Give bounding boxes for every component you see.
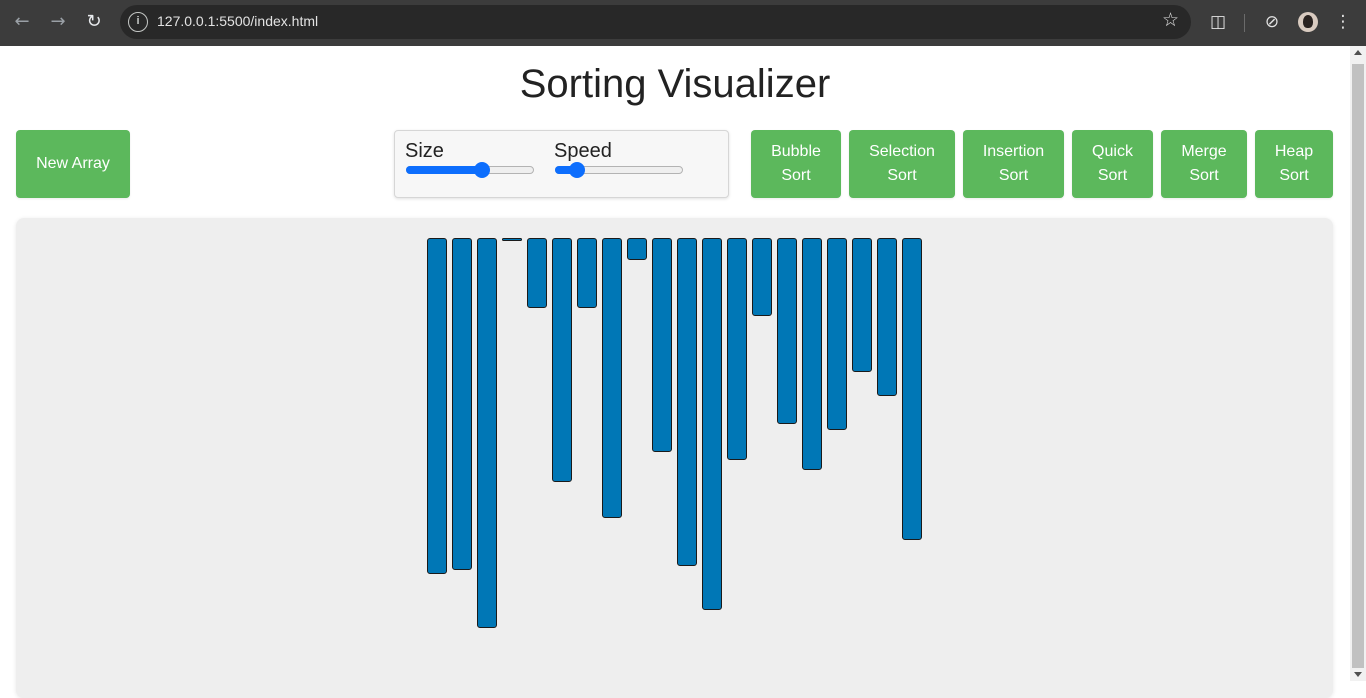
quick-sort-button[interactable]: Quick Sort [1072, 130, 1153, 198]
back-icon[interactable]: ← [9, 9, 35, 35]
bubble-sort-label-1: Bubble [771, 143, 821, 160]
scroll-up-arrow-icon[interactable] [1354, 50, 1362, 55]
extensions-icon[interactable]: ◫ [1206, 10, 1230, 34]
size-label: Size [405, 140, 444, 162]
array-bar [527, 238, 547, 308]
array-bar [652, 238, 672, 452]
heap-sort-label-1: Heap [1274, 143, 1314, 160]
bars-container [16, 218, 1333, 698]
array-bar [852, 238, 872, 372]
array-bar [752, 238, 772, 316]
profile-avatar[interactable] [1298, 12, 1318, 32]
insertion-sort-label-2: Sort [998, 167, 1029, 184]
array-bar [777, 238, 797, 424]
performance-icon[interactable]: ⊘ [1260, 10, 1284, 34]
size-slider-fill [406, 166, 482, 174]
insertion-sort-button[interactable]: Insertion Sort [963, 130, 1064, 198]
array-bar [602, 238, 622, 518]
page-content: Sorting Visualizer New Array Size Speed … [0, 46, 1350, 698]
array-bar [802, 238, 822, 470]
array-bar [902, 238, 922, 540]
array-bar [477, 238, 497, 628]
url-text[interactable]: 127.0.0.1:5500/index.html [157, 13, 318, 29]
quick-sort-label-2: Sort [1097, 167, 1128, 184]
browser-toolbar: ← → ↻ i 127.0.0.1:5500/index.html ☆ ◫ ⊘ … [0, 0, 1366, 46]
page-title: Sorting Visualizer [519, 62, 831, 106]
array-bar [577, 238, 597, 308]
array-bar [827, 238, 847, 430]
array-bar [727, 238, 747, 460]
speed-slider-thumb[interactable] [568, 162, 585, 178]
merge-sort-button[interactable]: Merge Sort [1161, 130, 1247, 198]
size-slider-thumb[interactable] [473, 162, 490, 178]
page-scrollbar[interactable] [1350, 46, 1366, 681]
array-bar [502, 238, 522, 241]
size-slider[interactable] [406, 162, 534, 178]
array-bar [877, 238, 897, 396]
selection-sort-label-2: Sort [887, 167, 917, 184]
scroll-down-arrow-icon[interactable] [1354, 672, 1362, 677]
array-bar [627, 238, 647, 260]
site-info-icon[interactable]: i [128, 12, 148, 32]
bubble-sort-label-2: Sort [781, 167, 811, 184]
forward-icon[interactable]: → [45, 9, 71, 35]
merge-sort-label-1: Merge [1181, 143, 1227, 160]
bubble-sort-button[interactable]: Bubble Sort [751, 130, 841, 198]
bookmark-star-icon[interactable]: ☆ [1162, 9, 1179, 31]
quick-sort-label-1: Quick [1092, 143, 1133, 160]
array-bar [677, 238, 697, 566]
menu-kebab-icon[interactable]: ⋮ [1331, 10, 1355, 34]
new-array-button[interactable]: New Array [16, 130, 130, 198]
array-bar [452, 238, 472, 570]
speed-label: Speed [554, 140, 612, 162]
merge-sort-label-2: Sort [1189, 167, 1219, 184]
insertion-sort-label-1: Insertion [982, 143, 1045, 160]
heap-sort-button[interactable]: Heap Sort [1255, 130, 1333, 198]
array-bar [552, 238, 572, 482]
address-bar[interactable]: i 127.0.0.1:5500/index.html ☆ [120, 5, 1191, 39]
selection-sort-label-1: Selection [869, 143, 935, 160]
array-bar [702, 238, 722, 610]
selection-sort-button[interactable]: Selection Sort [849, 130, 955, 198]
controls-panel: Size Speed [394, 130, 729, 198]
array-bar [427, 238, 447, 574]
reload-icon[interactable]: ↻ [81, 9, 107, 35]
toolbar-divider [1244, 14, 1245, 32]
heap-sort-label-2: Sort [1279, 167, 1309, 184]
speed-slider[interactable] [555, 162, 683, 178]
scroll-thumb[interactable] [1352, 64, 1364, 668]
